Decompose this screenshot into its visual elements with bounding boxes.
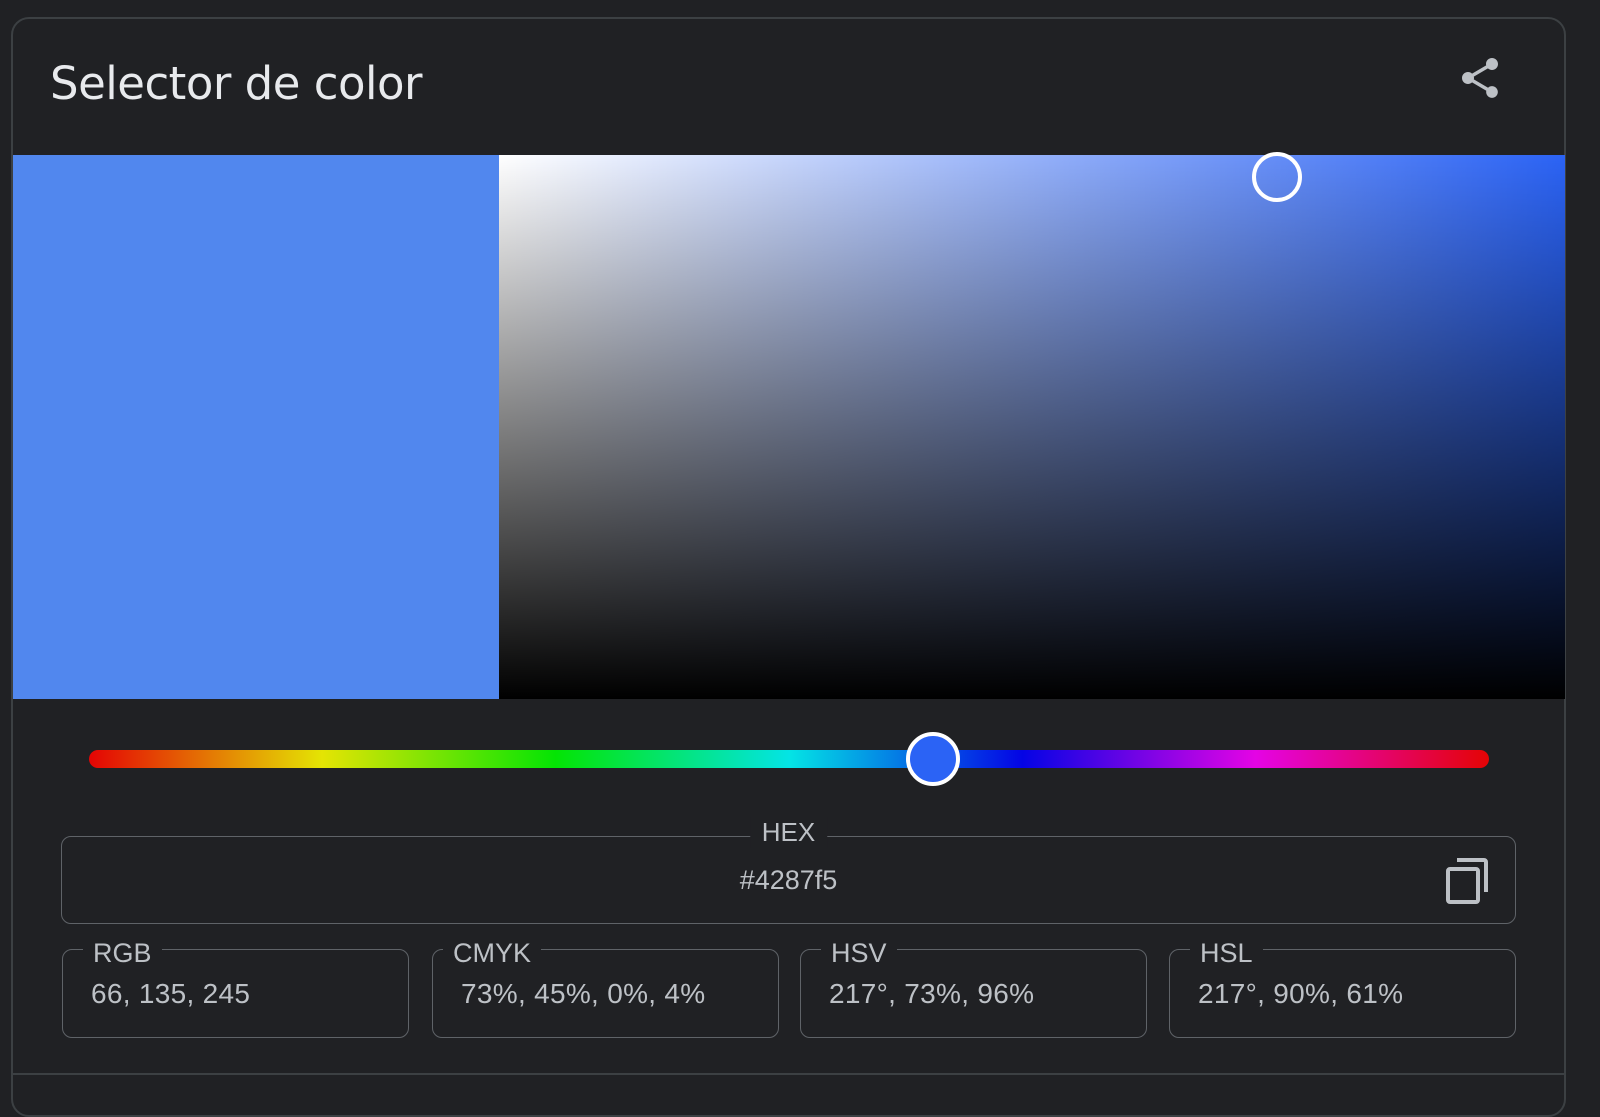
- hue-slider-handle[interactable]: [906, 732, 961, 786]
- share-icon: [1456, 54, 1504, 107]
- hex-label: HEX: [749, 817, 828, 848]
- hsv-label: HSV: [821, 938, 897, 969]
- hue-slider-track[interactable]: [89, 750, 1489, 768]
- copy-icon: [1443, 858, 1491, 911]
- saturation-value-handle[interactable]: [1252, 151, 1303, 202]
- color-preview-swatch: [13, 155, 499, 699]
- share-button[interactable]: [1452, 52, 1508, 108]
- cmyk-field[interactable]: CMYK 73%, 45%, 0%, 4%: [432, 938, 779, 1038]
- rgb-field[interactable]: RGB 66, 135, 245: [62, 938, 409, 1038]
- widget-title: Selector de color: [50, 57, 423, 110]
- cmyk-value[interactable]: 73%, 45%, 0%, 4%: [461, 978, 706, 1010]
- hex-field[interactable]: HEX #4287f5: [61, 817, 1516, 924]
- hsv-value[interactable]: 217°, 73%, 96%: [829, 978, 1034, 1010]
- copy-button[interactable]: [1443, 855, 1491, 907]
- rgb-value[interactable]: 66, 135, 245: [91, 978, 250, 1010]
- hex-input[interactable]: #4287f5: [62, 865, 1515, 896]
- hsl-label: HSL: [1190, 938, 1263, 969]
- hsl-field[interactable]: HSL 217°, 90%, 61%: [1169, 938, 1516, 1038]
- hsv-field[interactable]: HSV 217°, 73%, 96%: [800, 938, 1147, 1038]
- rgb-label: RGB: [83, 938, 162, 969]
- saturation-value-area[interactable]: [499, 151, 1565, 699]
- cmyk-label: CMYK: [443, 938, 542, 969]
- bottom-divider: [13, 1073, 1565, 1075]
- hsl-value[interactable]: 217°, 90%, 61%: [1198, 978, 1403, 1010]
